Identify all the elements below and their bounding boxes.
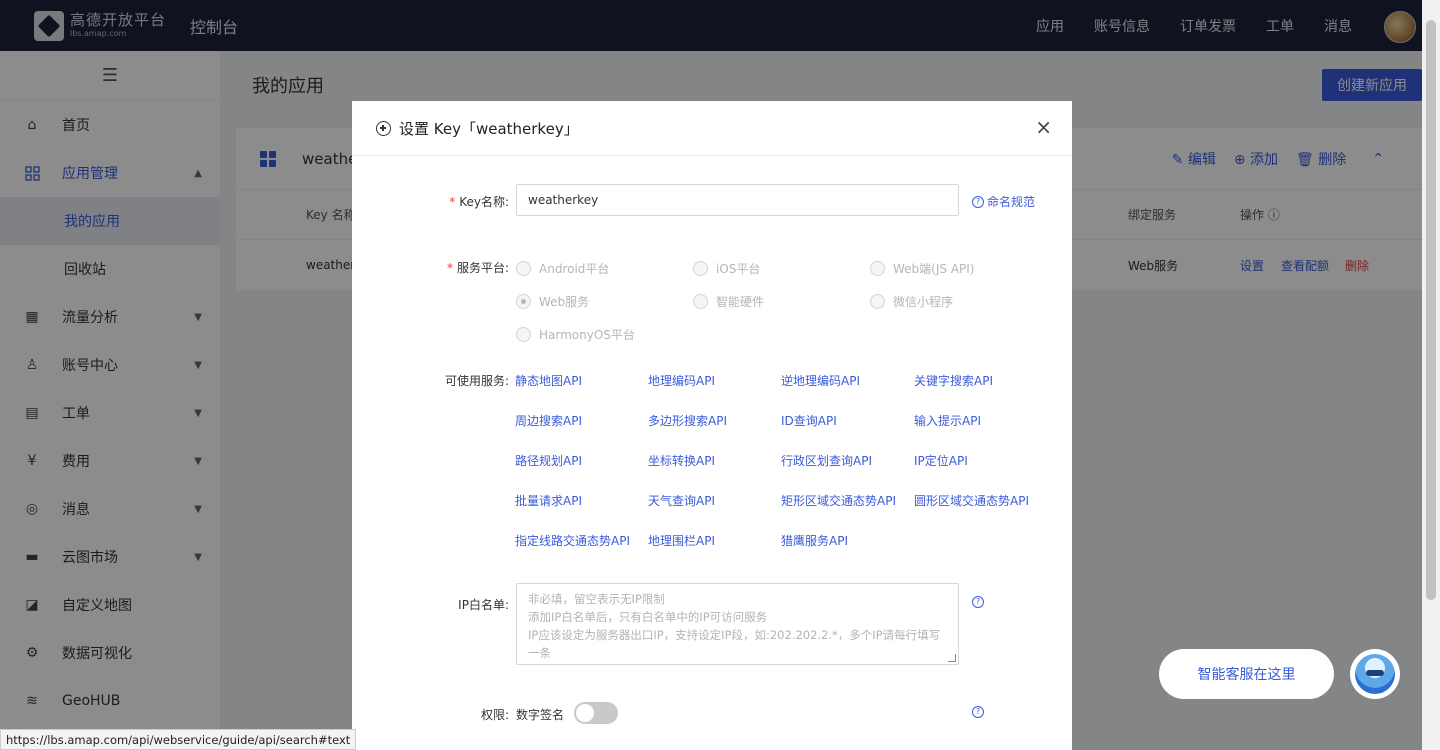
radio-ios[interactable]: iOS平台 xyxy=(693,260,760,277)
service-link[interactable]: 地理围栏API xyxy=(648,532,715,549)
service-link[interactable]: 批量请求API xyxy=(515,492,582,509)
ip-help-icon[interactable]: ? xyxy=(972,596,987,608)
resize-handle-icon[interactable] xyxy=(948,654,956,662)
service-link[interactable]: 矩形区域交通态势API xyxy=(781,492,896,509)
service-link[interactable]: 天气查询API xyxy=(648,492,715,509)
service-link[interactable]: 指定线路交通态势API xyxy=(515,532,630,549)
key-name-input[interactable]: weatherkey xyxy=(516,184,959,216)
service-link[interactable]: 关键字搜索API xyxy=(914,372,993,389)
naming-rule-link[interactable]: ? 命名规范 xyxy=(972,193,1035,210)
scrollbar-thumb[interactable] xyxy=(1426,20,1436,600)
service-link[interactable]: 逆地理编码API xyxy=(781,372,860,389)
service-link[interactable]: 坐标转换API xyxy=(648,452,715,469)
digital-signature-label: 数字签名 xyxy=(516,708,565,722)
plus-circle-icon xyxy=(376,120,391,136)
placeholder-line: 非必填，留空表示无IP限制 xyxy=(528,592,665,606)
permission-help-icon[interactable]: ? xyxy=(972,706,987,718)
service-link[interactable]: 静态地图API xyxy=(515,372,582,389)
radio-web-js-api[interactable]: Web端(JS API) xyxy=(870,260,974,277)
service-link[interactable]: 输入提示API xyxy=(914,412,981,429)
radio-smart-hardware[interactable]: 智能硬件 xyxy=(693,293,764,310)
radio-wechat-miniprogram[interactable]: 微信小程序 xyxy=(870,293,953,310)
service-link[interactable]: 猎鹰服务API xyxy=(781,532,848,549)
service-link[interactable]: 地理编码API xyxy=(648,372,715,389)
robot-assistant-icon[interactable] xyxy=(1350,649,1400,699)
service-link[interactable]: 周边搜索API xyxy=(515,412,582,429)
help-icon: ? xyxy=(972,195,984,208)
platform-label: * 服务平台: xyxy=(446,261,509,275)
dialog-header: 设置 Key「weatherkey」 × xyxy=(352,101,1072,156)
services-label: 可使用服务: xyxy=(444,374,509,388)
ip-whitelist-textarea[interactable]: 非必填，留空表示无IP限制 添加IP白名单后，只有白名单中的IP可访问服务 IP… xyxy=(516,583,959,665)
service-link[interactable]: 多边形搜索API xyxy=(648,412,727,429)
digital-signature-toggle[interactable] xyxy=(574,702,618,724)
close-icon[interactable]: × xyxy=(1035,117,1052,137)
service-link[interactable]: 圆形区域交通态势API xyxy=(914,492,1029,509)
placeholder-line: IP应该设定为服务器出口IP，支持设定IP段，如:202.202.2.*，多个I… xyxy=(528,628,941,642)
service-link[interactable]: IP定位API xyxy=(914,452,968,469)
radio-web-service[interactable]: Web服务 xyxy=(516,293,589,310)
customer-service-bubble[interactable]: 智能客服在这里 xyxy=(1159,649,1334,699)
placeholder-line: 添加IP白名单后，只有白名单中的IP可访问服务 xyxy=(528,610,768,624)
radio-android[interactable]: Android平台 xyxy=(516,260,609,277)
ip-whitelist-label: IP白名单: xyxy=(458,598,509,612)
radio-harmonyos[interactable]: HarmonyOS平台 xyxy=(516,326,635,343)
page-scrollbar[interactable] xyxy=(1422,0,1440,750)
set-key-dialog: 设置 Key「weatherkey」 × * Key名称: weatherkey … xyxy=(352,101,1072,750)
key-name-label: * Key名称: xyxy=(449,195,509,209)
service-link[interactable]: 行政区划查询API xyxy=(781,452,872,469)
status-bar-url: https://lbs.amap.com/api/webservice/guid… xyxy=(0,729,357,750)
permission-label: 权限: xyxy=(480,708,509,722)
placeholder-line: 一条 xyxy=(528,646,551,660)
service-link[interactable]: ID查询API xyxy=(781,412,837,429)
service-link[interactable]: 路径规划API xyxy=(515,452,582,469)
dialog-title: 设置 Key「weatherkey」 xyxy=(399,119,579,138)
